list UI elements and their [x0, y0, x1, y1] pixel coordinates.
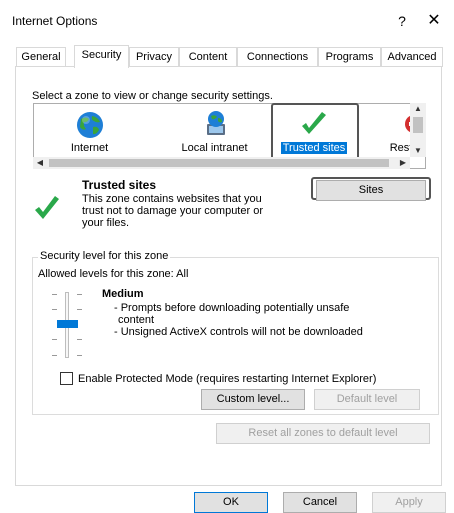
zone-label: Internet [70, 142, 109, 154]
tab-connections[interactable]: Connections [237, 47, 318, 67]
zone-label: Local intranet [181, 142, 248, 154]
checkmark-icon [35, 196, 59, 219]
ok-button[interactable]: OK [194, 492, 268, 513]
default-level-button[interactable]: Default level [314, 389, 420, 410]
slider-tick [77, 294, 82, 295]
slider-tick [52, 339, 57, 340]
tab-programs[interactable]: Programs [318, 47, 381, 67]
scroll-right-icon[interactable]: ▶ [396, 157, 410, 169]
globe-icon [76, 112, 103, 138]
tab-general[interactable]: General [16, 47, 66, 67]
reset-all-zones-button[interactable]: Reset all zones to default level [216, 423, 430, 444]
cancel-button[interactable]: Cancel [283, 492, 357, 513]
zone-list-horizontal-scrollbar[interactable]: ◀ ▶ [33, 157, 410, 169]
checkmark-icon [302, 112, 326, 134]
security-level-name: Medium [102, 288, 144, 300]
scroll-thumb[interactable] [413, 117, 423, 133]
tab-security[interactable]: Security [74, 45, 129, 68]
zone-internet[interactable]: Internet [42, 104, 137, 160]
slider-tick [77, 309, 82, 310]
scroll-down-icon[interactable]: ▼ [410, 145, 426, 157]
title-bar: Internet Options ? ✕ [0, 0, 454, 38]
zone-trusted-sites[interactable]: Trusted sites [272, 104, 356, 160]
protected-mode-checkbox[interactable] [60, 372, 73, 385]
security-slider-thumb[interactable] [57, 320, 78, 328]
window-title: Internet Options [12, 14, 98, 28]
scroll-up-icon[interactable]: ▲ [410, 103, 426, 115]
close-icon[interactable]: ✕ [420, 10, 448, 32]
zone-info-title: Trusted sites [82, 178, 157, 192]
help-button[interactable]: ? [392, 10, 412, 32]
level-description-line: content [118, 314, 155, 326]
zone-info-line: trust not to damage your computer or [82, 205, 263, 217]
zone-info-line: This zone contains websites that you [82, 193, 262, 205]
tab-advanced[interactable]: Advanced [381, 47, 443, 67]
zone-info-line: your files. [82, 217, 130, 229]
allowed-levels-label: Allowed levels for this zone: All [38, 268, 189, 280]
zone-info-description: This zone contains websites that you tru… [82, 193, 292, 229]
apply-button[interactable]: Apply [372, 492, 446, 513]
slider-tick [52, 355, 57, 356]
scroll-thumb[interactable] [49, 159, 389, 167]
zone-select-prompt: Select a zone to view or change security… [32, 90, 273, 102]
zone-local-intranet[interactable]: Local intranet [162, 104, 267, 160]
protected-mode-label: Enable Protected Mode (requires restarti… [78, 373, 377, 385]
tab-privacy[interactable]: Privacy [129, 47, 179, 67]
level-description-line: - Prompts before downloading potentially… [114, 302, 350, 314]
intranet-icon [206, 111, 225, 135]
slider-tick [52, 309, 57, 310]
slider-tick [52, 294, 57, 295]
sites-button[interactable]: Sites [316, 180, 426, 201]
level-description-line: - Unsigned ActiveX controls will not be … [114, 326, 363, 338]
tab-content[interactable]: Content [179, 47, 237, 67]
scroll-left-icon[interactable]: ◀ [33, 157, 47, 169]
zone-list-vertical-scrollbar[interactable]: ▲ ▼ [410, 103, 426, 157]
zone-label: Trusted sites [279, 141, 349, 155]
custom-level-button[interactable]: Custom level... [201, 389, 305, 410]
slider-tick [77, 339, 82, 340]
security-level-group-title: Security level for this zone [38, 250, 171, 262]
slider-tick [77, 355, 82, 356]
